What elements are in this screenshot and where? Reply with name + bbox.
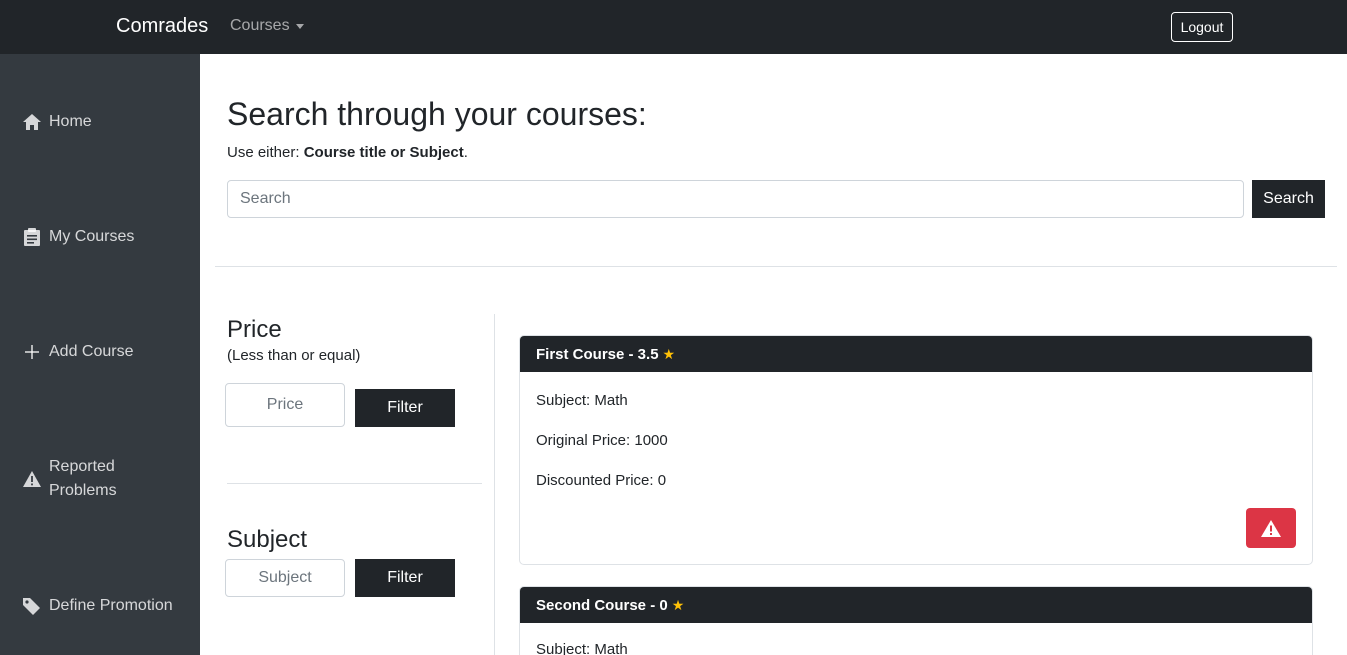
warning-icon — [1261, 519, 1281, 537]
sidebar-item-define-promotion[interactable]: Define Promotion — [21, 594, 173, 618]
search-input[interactable]: Search — [227, 180, 1244, 218]
vertical-divider — [494, 314, 495, 655]
subject-filter-button[interactable]: Filter — [355, 559, 455, 597]
course-card-header: Second Course - 0 ★ — [520, 587, 1312, 623]
course-card: Second Course - 0 ★ Subject: Math — [519, 586, 1313, 655]
sidebar-item-label: Reported Problems — [49, 458, 117, 499]
sidebar-item-my-courses[interactable]: My Courses — [21, 225, 134, 249]
course-subject: Subject: Math — [536, 392, 628, 409]
star-icon: ★ — [662, 345, 676, 362]
price-filter-subtitle: (Less than or equal) — [227, 347, 361, 364]
brand-link[interactable]: Comrades — [116, 15, 208, 38]
sidebar-item-home[interactable]: Home — [21, 110, 92, 134]
sidebar-item-label: My Courses — [49, 228, 135, 245]
search-hint-bold: Course title or Subject — [303, 144, 464, 161]
caret-down-icon — [295, 23, 304, 29]
price-filter-heading: Price — [227, 316, 282, 343]
warning-icon — [21, 468, 43, 490]
course-title: First Course - 3.5 — [536, 345, 659, 363]
subject-filter-heading: Subject — [227, 526, 308, 553]
sidebar-item-add-course[interactable]: Add Course — [21, 340, 134, 364]
courses-dropdown-label: Courses — [230, 17, 290, 34]
logout-button[interactable]: Logout — [1171, 12, 1233, 42]
main-content: Search through your courses: Use either:… — [200, 54, 1347, 655]
price-filter-button[interactable]: Filter — [355, 389, 455, 427]
courses-dropdown[interactable]: Courses — [230, 17, 304, 35]
sidebar: Home My Courses Add Course Reported Prob… — [0, 54, 200, 655]
tags-icon — [21, 595, 43, 617]
course-card-header: First Course - 3.5 ★ — [520, 336, 1312, 372]
clipboard-icon — [21, 226, 43, 248]
course-discounted-price: Discounted Price: 0 — [536, 472, 667, 489]
subject-input[interactable]: Subject — [225, 559, 345, 597]
course-card: First Course - 3.5 ★ Subject: Math Origi… — [519, 335, 1313, 565]
star-icon: ★ — [671, 596, 685, 613]
sidebar-item-reported-problems[interactable]: Reported Problems — [21, 455, 129, 503]
home-icon — [21, 111, 43, 133]
sidebar-item-label: Home — [49, 113, 92, 130]
price-input[interactable]: Price — [225, 383, 345, 427]
report-problem-button[interactable] — [1246, 508, 1296, 548]
plus-icon — [21, 341, 43, 363]
sidebar-item-label: Add Course — [49, 343, 134, 360]
course-subject: Subject: Math — [536, 641, 628, 655]
course-title: Second Course - 0 — [536, 596, 668, 614]
filter-divider — [227, 483, 482, 484]
search-hint-prefix: Use either: — [227, 144, 304, 161]
page-title: Search through your courses: — [227, 96, 647, 132]
top-navbar: Comrades Courses Logout — [0, 0, 1347, 54]
search-button[interactable]: Search — [1252, 180, 1325, 218]
sidebar-item-label: Define Promotion — [49, 597, 173, 614]
divider — [215, 266, 1337, 267]
course-original-price: Original Price: 1000 — [536, 432, 668, 449]
search-hint: Use either: Course title or Subject. — [227, 144, 468, 161]
search-hint-suffix: . — [463, 144, 468, 161]
